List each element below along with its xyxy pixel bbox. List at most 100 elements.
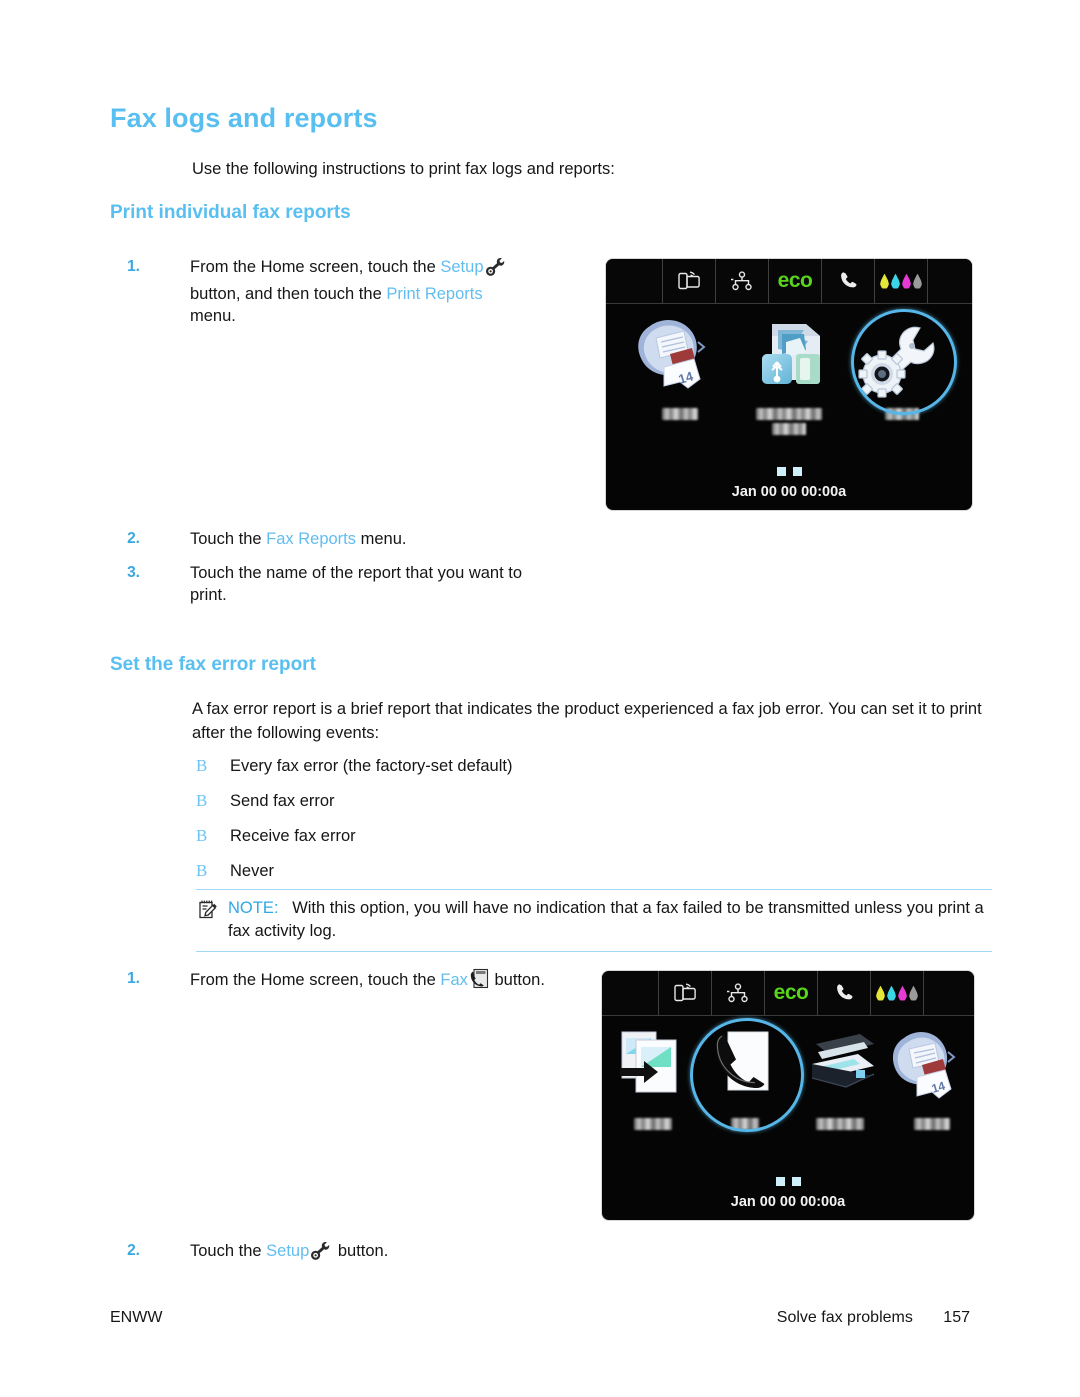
- status-bar: eco: [602, 971, 974, 1016]
- page-number: 157: [943, 1309, 970, 1326]
- note-text: NOTE: With this option, you will have no…: [196, 897, 992, 943]
- status-cell-blank: [928, 259, 972, 303]
- datetime-label: Jan 00 00 00:00a: [730, 1194, 846, 1210]
- step-text-part: menu.: [356, 530, 407, 548]
- step-text: Touch the Fax Reports menu.: [190, 528, 552, 550]
- network-icon: [712, 971, 765, 1015]
- step-number: 3.: [127, 564, 140, 581]
- eco-text: eco: [773, 981, 809, 1004]
- fax-reports-link[interactable]: Fax Reports: [266, 530, 356, 548]
- status-cell-blank: [602, 971, 659, 1015]
- eco-label: eco: [765, 971, 818, 1015]
- setup-gear-wrench-icon: [485, 257, 507, 283]
- phone-handset-icon: [818, 971, 871, 1015]
- ink-drop-magenta: [898, 985, 907, 1001]
- step-number: 2.: [127, 530, 140, 547]
- selection-highlight-ring: [690, 1018, 804, 1132]
- note-body: With this option, you will have no indic…: [228, 899, 984, 940]
- note-spacer: [278, 899, 292, 917]
- tile-label-blurred: [816, 1118, 864, 1130]
- eco-label: eco: [769, 259, 822, 303]
- list-item: B Send fax error: [196, 790, 512, 825]
- fax-handset-page-icon: [469, 968, 489, 996]
- list-item: B Receive fax error: [196, 825, 512, 860]
- document-page: Fax logs and reports Use the following i…: [0, 0, 1080, 1397]
- step-text-part: From the Home screen, touch the: [190, 971, 441, 989]
- fax-link[interactable]: Fax: [440, 971, 468, 989]
- copy-icon: [610, 1022, 696, 1114]
- home-screen-tiles: 14: [606, 304, 972, 464]
- step-item: 1. From the Home screen, touch the Setup…: [112, 256, 532, 327]
- tile-label-blurred: [756, 408, 822, 420]
- tile-label-blurred: [914, 1118, 950, 1130]
- step-text-part: Touch the: [190, 1242, 267, 1260]
- ink-drop-cyan: [891, 273, 900, 289]
- ink-drop-yellow: [880, 273, 889, 289]
- tile-usb-memory[interactable]: [734, 312, 844, 435]
- ink-drop-black: [913, 273, 922, 289]
- tile-web-apps[interactable]: 14: [628, 312, 732, 420]
- page-indicator-dots: [602, 1177, 974, 1186]
- tile-scan[interactable]: [794, 1022, 886, 1130]
- step-text: From the Home screen, touch the Fax butt…: [190, 968, 552, 996]
- step-item: 2. Touch the Setup button.: [112, 1240, 552, 1267]
- tile-copy[interactable]: [610, 1022, 696, 1130]
- page-dot[interactable]: [791, 1177, 801, 1186]
- ink-drop-black: [909, 985, 918, 1001]
- bullet-marker: B: [196, 861, 208, 880]
- status-cell-blank: [606, 259, 663, 303]
- note-admonition: NOTE: With this option, you will have no…: [196, 889, 992, 952]
- wireless-direct-icon: [659, 971, 712, 1015]
- step-text: From the Home screen, touch the Setup bu…: [190, 256, 532, 327]
- selection-highlight-ring: [851, 309, 957, 415]
- ink-drop-row: [880, 273, 922, 289]
- status-bar: eco: [606, 259, 972, 304]
- page-indicator-dots: [606, 467, 972, 476]
- page-dot[interactable]: [776, 467, 786, 476]
- step-text: Touch the Setup button.: [190, 1240, 552, 1267]
- eco-text: eco: [777, 269, 813, 292]
- print-reports-link[interactable]: Print Reports: [386, 285, 482, 303]
- step-text: Touch the name of the report that you wa…: [190, 564, 523, 604]
- ink-drop-magenta: [902, 273, 911, 289]
- ink-levels-icon: [875, 259, 928, 303]
- usb-memory-icon: [734, 312, 844, 404]
- web-apps-icon: 14: [890, 1022, 974, 1114]
- tile-web-apps[interactable]: 14: [890, 1022, 974, 1130]
- phone-handset-icon: [822, 259, 875, 303]
- fax-error-events-list: B Every fax error (the factory-set defau…: [196, 755, 512, 895]
- step-text-part: Touch the: [190, 530, 267, 548]
- intro-paragraph: Use the following instructions to print …: [192, 160, 615, 178]
- page-title: Fax logs and reports: [110, 103, 378, 133]
- list-item-label: Receive fax error: [230, 827, 356, 845]
- step-text-part: From the Home screen, touch the: [190, 258, 441, 276]
- network-icon: [716, 259, 769, 303]
- bullet-marker: B: [196, 791, 208, 810]
- setup-link[interactable]: Setup: [266, 1242, 309, 1260]
- page-dot[interactable]: [775, 1177, 785, 1186]
- datetime-label: Jan 00 00 00:00a: [731, 484, 847, 500]
- page-dot[interactable]: [792, 467, 802, 476]
- wireless-direct-icon: [663, 259, 716, 303]
- list-item-label: Every fax error (the factory-set default…: [230, 757, 513, 775]
- ink-drop-row: [876, 985, 918, 1001]
- tile-label-blurred-2: [772, 423, 806, 435]
- ink-drop-cyan: [887, 985, 896, 1001]
- setup-gear-wrench-icon: [310, 1241, 332, 1267]
- step-number: 2.: [127, 1242, 140, 1259]
- step-text-part: button.: [333, 1242, 389, 1260]
- setup-link[interactable]: Setup: [440, 258, 483, 276]
- list-item-label: Never: [230, 862, 275, 880]
- status-cell-blank: [924, 971, 974, 1015]
- footer-locale: ENWW: [110, 1309, 163, 1326]
- step-text-part: button.: [489, 971, 545, 989]
- printer-control-panel-home-setup: eco 14 Jan 00 00 00:00a: [606, 259, 972, 510]
- home-screen-tiles: 14: [602, 1016, 974, 1176]
- bullet-marker: B: [196, 756, 208, 775]
- ink-drop-yellow: [876, 985, 885, 1001]
- scan-flatbed-icon: [794, 1022, 886, 1114]
- tile-label-blurred: [662, 408, 698, 420]
- step-text-part: button, and then touch the: [190, 285, 387, 303]
- printer-control-panel-home-fax: eco 14 Jan 00 00 00:00a: [602, 971, 974, 1220]
- list-item: B Every fax error (the factory-set defau…: [196, 755, 512, 790]
